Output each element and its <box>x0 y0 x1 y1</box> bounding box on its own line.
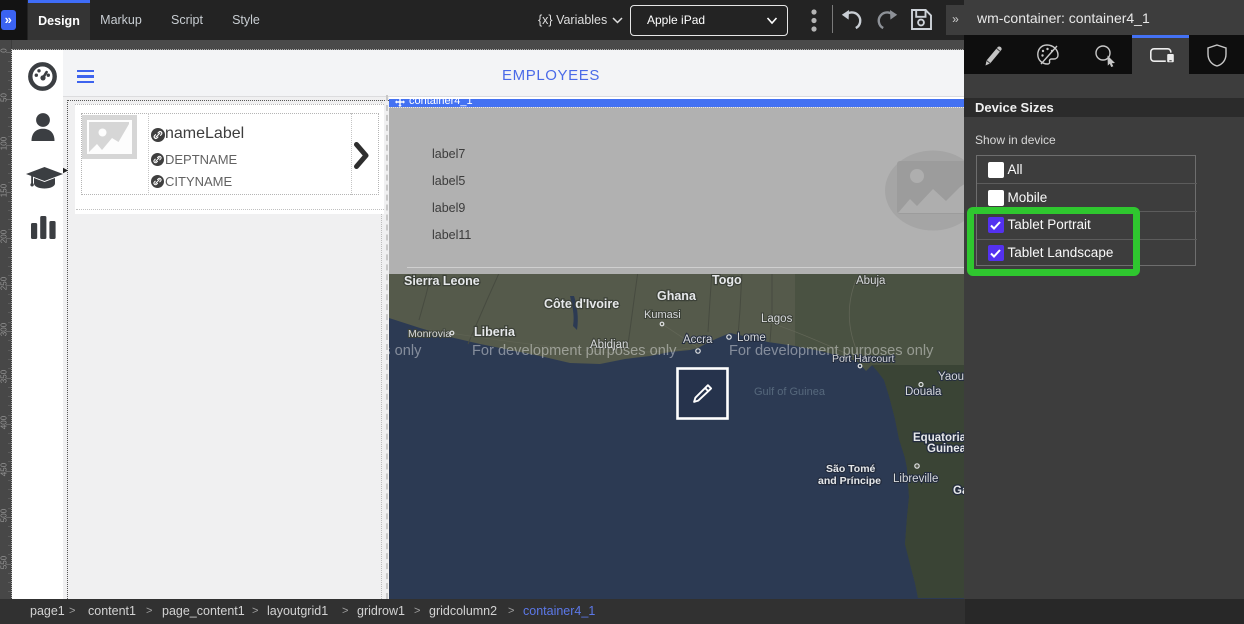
svg-text:Ghana: Ghana <box>657 289 697 303</box>
svg-text:Abuja: Abuja <box>856 275 886 287</box>
svg-text:For development purposes only: For development purposes only <box>729 343 934 359</box>
svg-text:Liberia: Liberia <box>474 325 516 339</box>
svg-text:Sierra Leone: Sierra Leone <box>404 274 480 288</box>
svg-text:and Príncipe: and Príncipe <box>818 475 881 487</box>
svg-text:Lagos: Lagos <box>761 313 793 325</box>
svg-text:Gulf of Guinea: Gulf of Guinea <box>754 386 826 398</box>
svg-text:Douala: Douala <box>905 386 942 398</box>
svg-text:Guinea: Guinea <box>927 443 964 455</box>
svg-text:Monrovia: Monrovia <box>408 328 451 340</box>
svg-text:São Tomé: São Tomé <box>826 463 876 475</box>
svg-text:Côte d'Ivoire: Côte d'Ivoire <box>544 297 619 311</box>
svg-text:Accra: Accra <box>683 334 713 346</box>
svg-text:Kumasi: Kumasi <box>644 309 681 321</box>
svg-text:For development purposes only: For development purposes only <box>389 343 422 359</box>
svg-text:For development purposes only: For development purposes only <box>472 343 677 359</box>
svg-text:Ga: Ga <box>953 485 964 497</box>
svg-text:Libreville: Libreville <box>893 473 938 485</box>
svg-text:Togo: Togo <box>712 274 742 287</box>
svg-text:Yaou: Yaou <box>938 371 964 383</box>
